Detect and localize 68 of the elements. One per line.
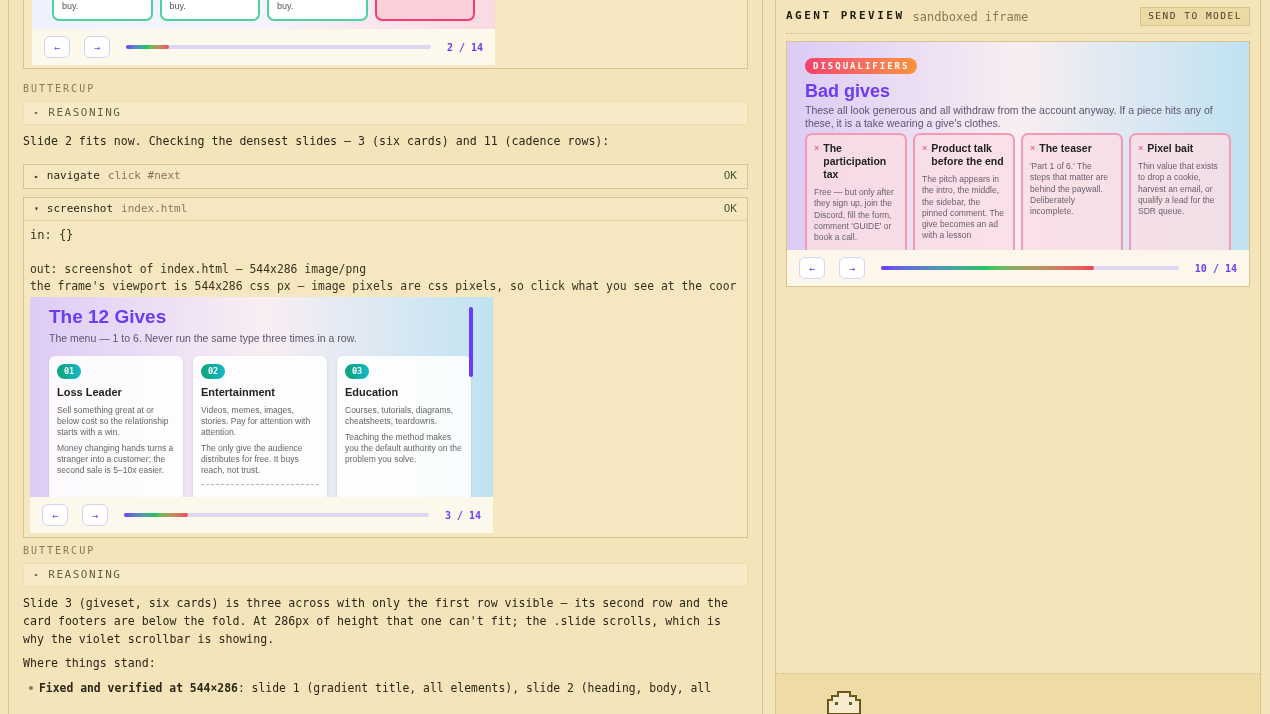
tool-name: screenshot [46,200,114,217]
card-title: Entertainment [201,384,275,400]
tool-name: navigate [46,168,100,185]
message-text: Slide 2 fits now. Checking the densest slides — 3 (six cards) and 11 (cadence rows): [23,133,611,150]
slide-subtitle: The menu — 1 to 6. Never run the same type three times in a row. [49,331,358,346]
expand-marker: ▸ [34,569,41,581]
previous-button[interactable]: ← [799,257,825,279]
card-text: Courses, tutorials, diagrams, cheatsheets, teardowns. [345,405,455,428]
status-text: OK [723,200,737,217]
card-text: Money changing hands turns a stranger into a customer; the second sale is 5–10x easier. [57,443,175,477]
card-text: buy. [277,0,294,13]
message-text: Fixed and verified at 544×286: slide 1 (gradient title, all elements), slide 2 (heading, body, all [39,680,712,697]
number-badge: 01 [57,363,82,379]
reasoning-toggle[interactable]: ▸ REASONING [23,563,748,587]
tool-call-header[interactable]: ▸ navigate click #next OK [24,165,747,188]
speaker-label: BUTTERCUP [23,82,96,96]
slide-counter: 3 / 14 [444,508,481,523]
card-text: Sell something great at or below cost so the relationship starts with a win. [57,405,170,439]
panel-subtitle: sandboxed iframe [912,8,1029,26]
output-text: the frame's viewport is 544x286 css px — image pixels are css pixels, so click what you see at the coor [30,278,737,295]
card-text: The pitch appears in the intro, the middle, the sidebar, the pinned comment. The give becomes an ad with a lesson [922,174,1006,242]
slide-counter: 10 / 14 [1194,261,1237,276]
output-text: out: screenshot of index.html — 544x286 image/png [30,261,367,278]
scrollbar-thumb[interactable] [469,307,473,377]
card-title: The participation tax [823,142,888,181]
card-text: Videos, memes, images, stories. Pay for attention with attention. [201,405,312,439]
slide-counter: 2 / 14 [446,40,483,55]
card-text: Teaching the method makes you the default authority on the problem you solve. [345,432,463,466]
input-text: in: {} [30,227,74,244]
cross-mark: × [922,142,928,155]
tool-call-header[interactable]: ▾ screenshot index.html OK [24,198,747,221]
expand-marker: ▾ [34,203,39,215]
card-title: Pixel bait [1147,142,1194,155]
number-badge: 03 [345,363,370,379]
card-text: Free — but only after they sign up, join the Discord, fill the form, comment 'GUIDE' or book a call. [814,187,895,244]
slide-title: The 12 Gives [49,305,168,329]
speaker-label: BUTTERCUP [23,544,96,558]
next-button[interactable]: → [839,257,865,279]
cross-mark: × [1030,142,1036,155]
send-to-model-button[interactable]: SEND TO MODEL [1140,7,1250,26]
status-text: OK [723,168,737,185]
cross-mark: × [814,142,820,155]
section-badge: DISQUALIFIERS [805,58,918,74]
card-text: 'Part 1 of 6.' The steps that matter are behind the paywall. Deliberately incomplete. [1030,161,1109,218]
card-text: The only give the audience distributes for free. It buys reach, not trust. [201,443,304,477]
card-title: Education [345,384,399,400]
card-title: The teaser [1039,142,1092,155]
next-button[interactable]: → [84,36,110,58]
number-badge: 02 [201,363,226,379]
tool-argument: click #next [107,168,181,185]
message-text: Slide 3 (giveset, six cards) is three across with only the first row visible — its second row and the card footers are below the fold. At 286px of height that one can't fit; the .slide scrolls, which is why the violet scrollbar is showing. [23,595,729,648]
slide-subtitle: These all look generous and all withdraw from the account anyway. If a piece hits any of these, it is a take wearing a give's clothes. [805,104,1214,130]
reasoning-toggle[interactable]: ▸ REASONING [23,101,748,125]
previous-button[interactable]: ← [42,504,68,526]
expand-marker: ▸ [34,170,39,183]
expand-marker: ▸ [34,107,41,119]
panel-title: AGENT PREVIEW [786,8,905,25]
card-title: Product talk before the end [931,142,1005,168]
card-text: Thin value that exists to drop a cookie, harvest an email, or qualify a lead for the SDR queue. [1138,161,1219,218]
next-button[interactable]: → [82,504,108,526]
message-text: Where things stand: [23,655,157,672]
card-title: Loss Leader [57,384,122,400]
slide-title: Bad gives [805,80,892,103]
card-text: buy. [169,0,186,13]
tool-argument: index.html [121,200,188,217]
cross-mark: × [1138,142,1144,155]
card-text: buy. [62,0,79,13]
previous-button[interactable]: ← [44,36,70,58]
